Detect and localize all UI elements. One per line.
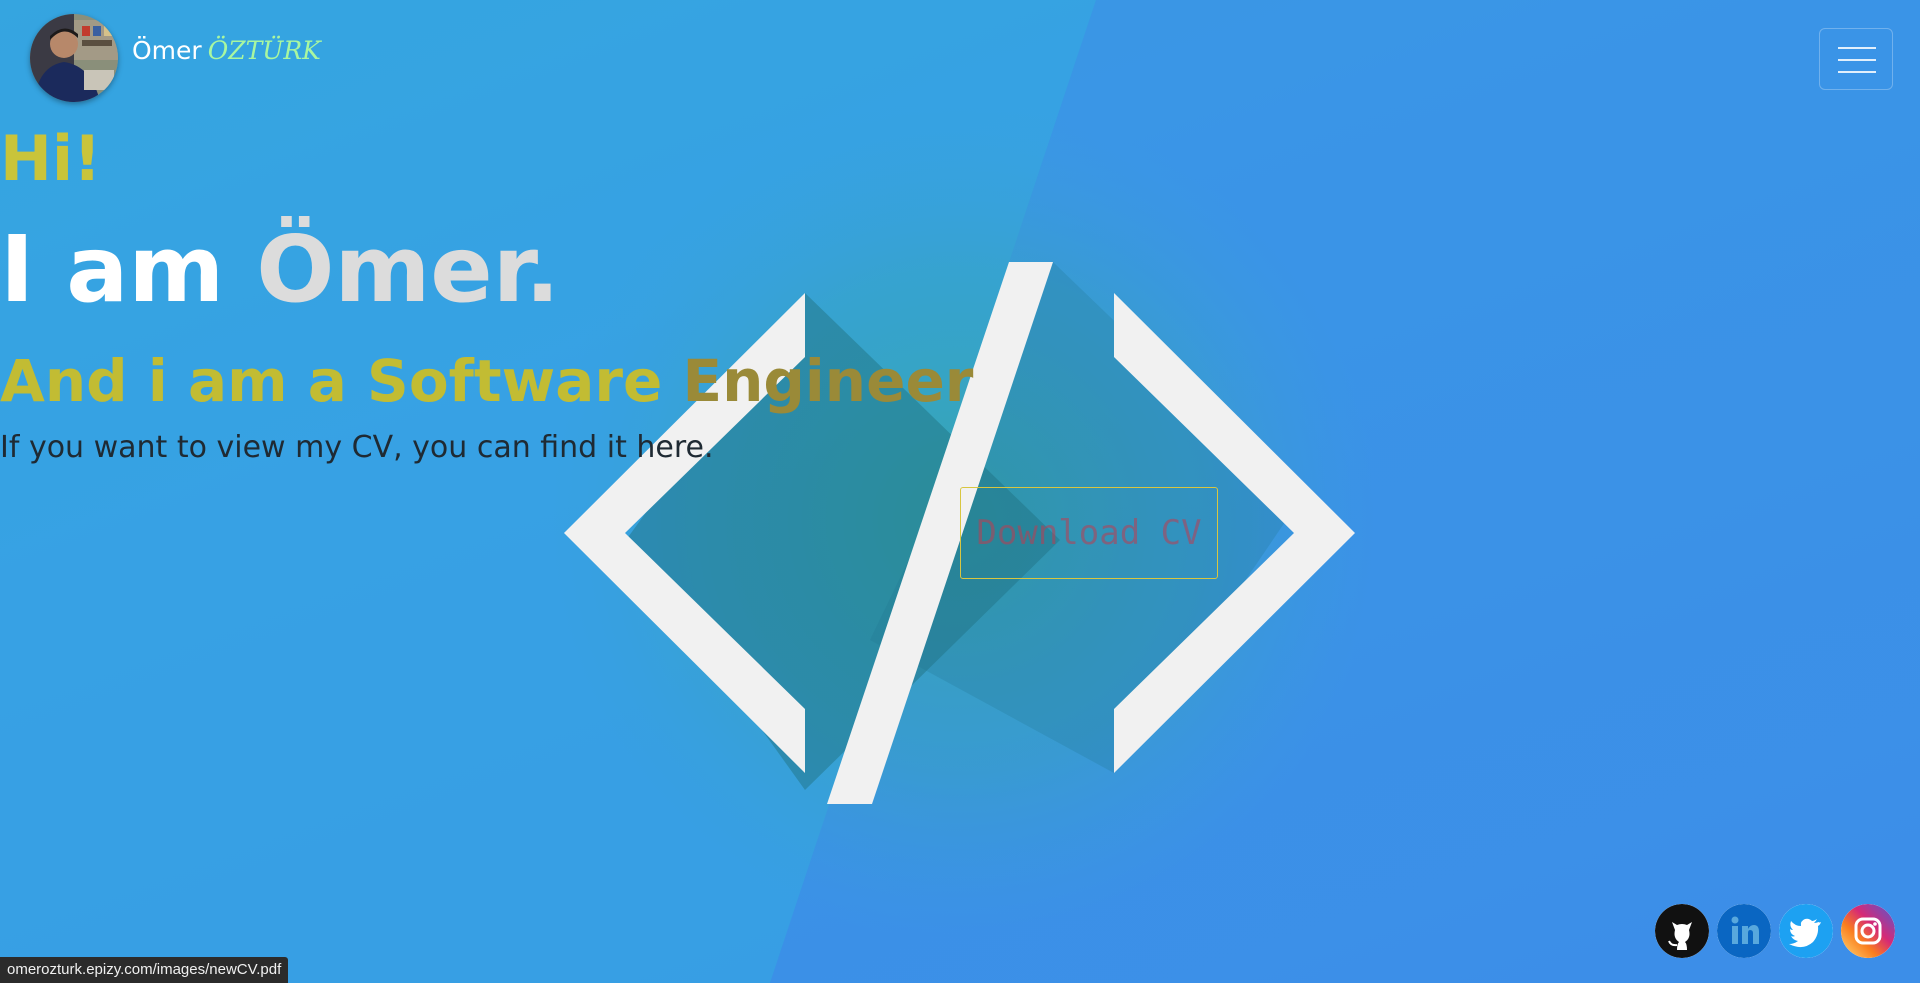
cv-prompt-text: If you want to view my CV, you can find … [0, 430, 714, 465]
brand-first-name: Ömer [132, 36, 202, 65]
greeting-heading: Hi! [0, 122, 102, 195]
intro-name: Ömer. [256, 216, 560, 323]
role-tail: Engineer [682, 347, 974, 415]
hamburger-menu-icon-middle [1838, 59, 1876, 61]
github-icon [1655, 904, 1709, 958]
linkedin-icon [1717, 904, 1771, 958]
menu-toggle-button[interactable] [1819, 28, 1893, 90]
instagram-link[interactable] [1841, 904, 1895, 958]
intro-heading: I am Ömer. [0, 224, 560, 316]
role-heading: And i am a Software Engineer [0, 352, 973, 410]
twitter-icon [1779, 904, 1833, 958]
twitter-link[interactable] [1779, 904, 1833, 958]
brand-name[interactable]: Ömer ÖZTÜRK [132, 36, 321, 65]
avatar[interactable] [30, 14, 118, 102]
instagram-icon [1841, 904, 1895, 958]
profile-photo [30, 14, 118, 102]
browser-status-url: omerozturk.epizy.com/images/newCV.pdf [0, 957, 289, 983]
hamburger-menu-icon-bottom [1838, 71, 1876, 73]
intro-prefix: I am [0, 216, 257, 323]
download-cv-button[interactable]: Download CV [960, 487, 1218, 579]
hero-section: Ömer ÖZTÜRK Hi! I am Ömer. And i am a Sof… [0, 0, 1920, 983]
linkedin-link[interactable] [1717, 904, 1771, 958]
brand-last-name: ÖZTÜRK [207, 36, 321, 65]
github-link[interactable] [1655, 904, 1709, 958]
role-main: And i am a Software [0, 347, 683, 415]
hamburger-menu-icon [1838, 47, 1876, 49]
